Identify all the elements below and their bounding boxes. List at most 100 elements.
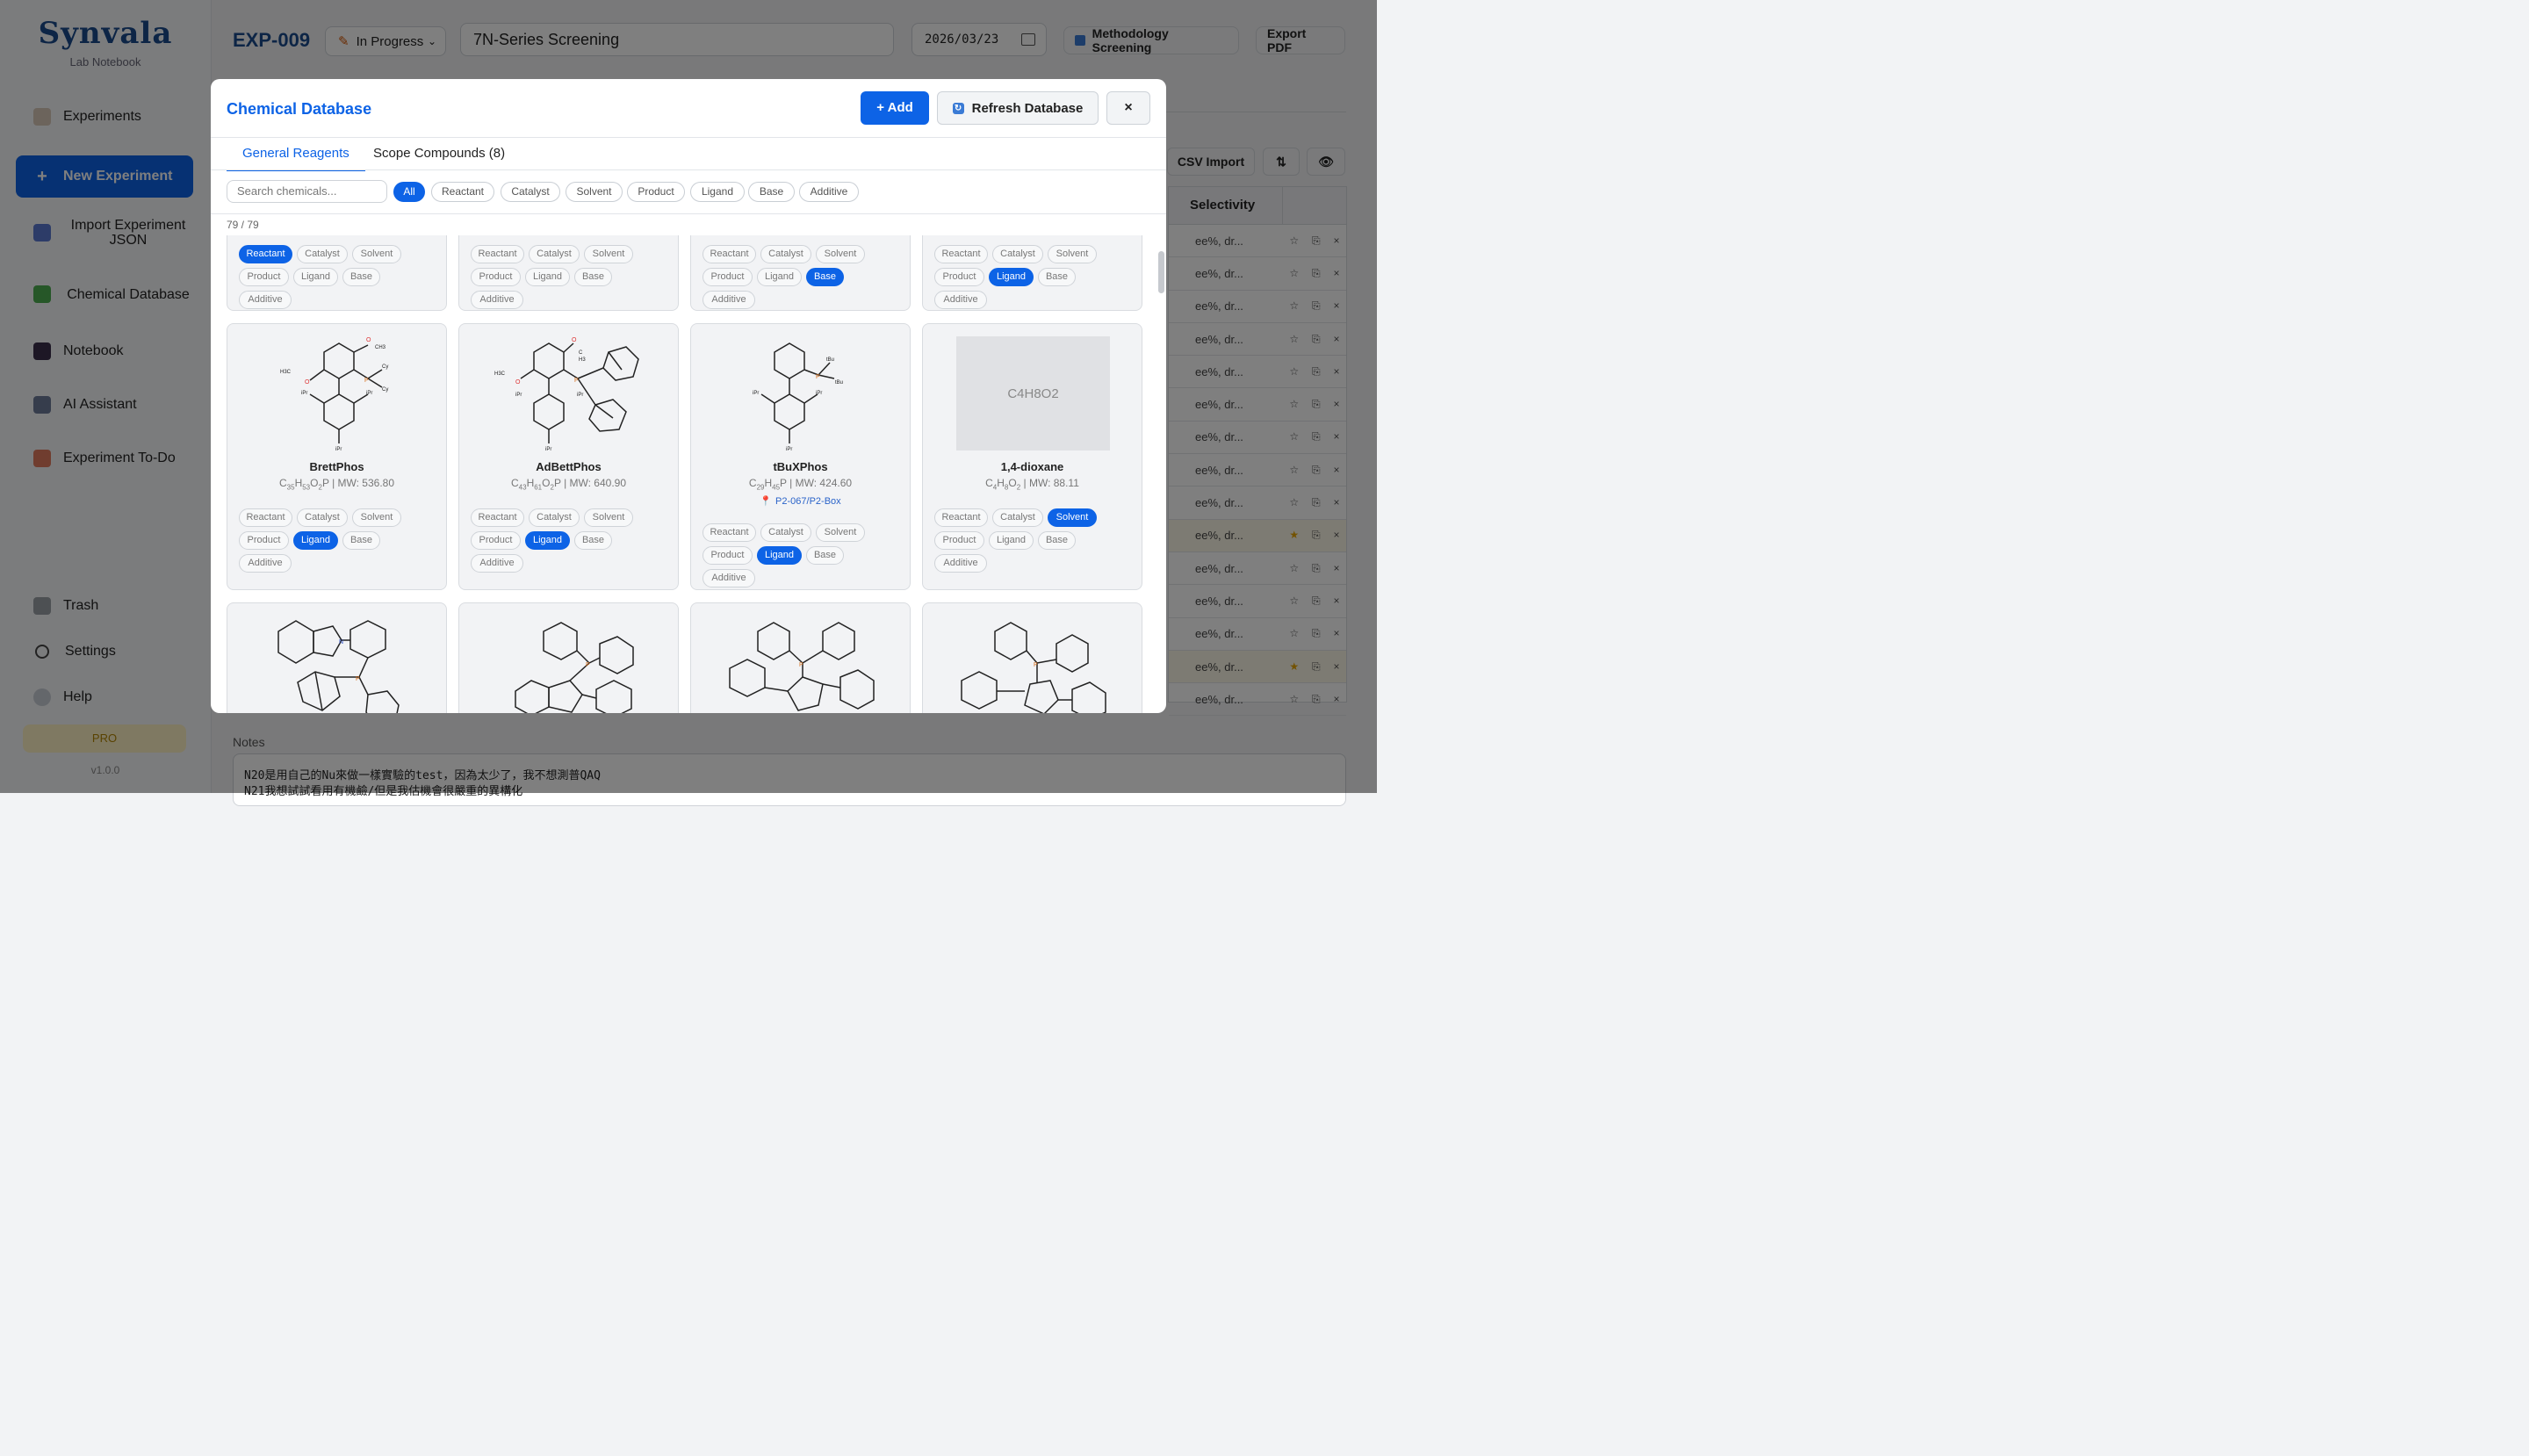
role-chip-ligand[interactable]: Ligand <box>989 268 1034 286</box>
role-chip-additive[interactable]: Additive <box>471 291 523 309</box>
role-chip-reactant[interactable]: Reactant <box>239 508 292 527</box>
filter-base[interactable]: Base <box>748 182 795 202</box>
role-chip-base[interactable]: Base <box>1038 268 1076 286</box>
role-chip-base[interactable]: Base <box>1038 531 1076 550</box>
svg-text:iPr: iPr <box>545 447 551 452</box>
filter-solvent[interactable]: Solvent <box>566 182 623 202</box>
role-chip-catalyst[interactable]: Catalyst <box>760 245 811 263</box>
role-chip-solvent[interactable]: Solvent <box>352 508 401 527</box>
role-chip-additive[interactable]: Additive <box>934 291 987 309</box>
filter-reactant[interactable]: Reactant <box>431 182 494 202</box>
chemical-card[interactable]: Reactant Catalyst Solvent Product Ligand Base… <box>922 235 1142 311</box>
role-chip-catalyst[interactable]: Catalyst <box>529 508 580 527</box>
svg-text:P: P <box>816 374 820 380</box>
svg-text:O: O <box>366 337 371 343</box>
add-chemical-button[interactable]: + Add <box>861 91 929 125</box>
role-chip-catalyst[interactable]: Catalyst <box>297 508 348 527</box>
chemical-card[interactable]: O CH3 O H3C P Cy Cy iPr iPr iPr BrettPhos C35… <box>227 323 447 590</box>
storage-location[interactable]: 📍 P2-067/P2-Box <box>691 495 910 507</box>
role-chip-reactant[interactable]: Reactant <box>702 245 756 263</box>
role-chip-solvent[interactable]: Solvent <box>816 523 865 542</box>
role-chip-base[interactable]: Base <box>574 268 612 286</box>
structure-image: P NN <box>961 622 1106 713</box>
role-chip-ligand[interactable]: Ligand <box>989 531 1034 550</box>
role-chip-catalyst[interactable]: Catalyst <box>760 523 811 542</box>
role-chip-catalyst[interactable]: Catalyst <box>297 245 348 263</box>
molecular-weight: | MW: 88.11 <box>1020 477 1079 489</box>
molecular-weight: | MW: 640.90 <box>560 477 626 489</box>
role-chip-product[interactable]: Product <box>471 531 521 550</box>
role-chip-ligand[interactable]: Ligand <box>525 268 570 286</box>
role-chip-product[interactable]: Product <box>239 268 289 286</box>
role-chip-ligand[interactable]: Ligand <box>525 531 570 550</box>
role-chip-catalyst[interactable]: Catalyst <box>992 508 1043 527</box>
role-chip-additive[interactable]: Additive <box>471 554 523 573</box>
divider <box>211 137 1166 138</box>
chemical-card[interactable]: O C H3 O H3C P iPr iPr iPr AdBettPhos C43H61O… <box>458 323 679 590</box>
role-chip-additive[interactable]: Additive <box>239 291 292 309</box>
role-chip-solvent[interactable]: Solvent <box>816 245 865 263</box>
svg-text:iPr: iPr <box>335 447 342 452</box>
role-chip-product[interactable]: Product <box>702 268 753 286</box>
chemical-card[interactable]: P NN <box>922 602 1142 713</box>
chemical-card[interactable]: P NN <box>690 602 911 713</box>
role-chip-base[interactable]: Base <box>806 268 844 286</box>
role-chip-reactant[interactable]: Reactant <box>471 245 524 263</box>
chemical-name: AdBettPhos <box>536 460 602 473</box>
chemical-card[interactable]: N P <box>227 602 447 713</box>
role-chip-catalyst[interactable]: Catalyst <box>992 245 1043 263</box>
role-chip-reactant[interactable]: Reactant <box>471 508 524 527</box>
structure-image: O CH3 O H3C P Cy Cy iPr iPr iPr <box>280 337 388 452</box>
svg-text:iPr: iPr <box>816 391 822 396</box>
role-chip-ligand[interactable]: Ligand <box>293 531 338 550</box>
filter-catalyst[interactable]: Catalyst <box>501 182 560 202</box>
scrollbar[interactable] <box>1158 251 1164 293</box>
role-chip-product[interactable]: Product <box>934 268 984 286</box>
filter-ligand[interactable]: Ligand <box>690 182 745 202</box>
role-chip-base[interactable]: Base <box>342 531 380 550</box>
chemical-card[interactable]: Reactant Catalyst Solvent Product Ligand Base… <box>690 235 911 311</box>
role-chip-base[interactable]: Base <box>806 546 844 565</box>
filter-all[interactable]: All <box>393 182 425 202</box>
chemical-card[interactable]: C4H8O2 1,4-dioxane C4H8O2 | MW: 88.11 Re… <box>922 323 1142 590</box>
role-chip-solvent[interactable]: Solvent <box>1048 245 1097 263</box>
role-chip-product[interactable]: Product <box>934 531 984 550</box>
filter-additive[interactable]: Additive <box>799 182 859 202</box>
role-chip-base[interactable]: Base <box>574 531 612 550</box>
role-chip-ligand[interactable]: Ligand <box>293 268 338 286</box>
tab-general-reagents[interactable]: General Reagents <box>227 146 365 171</box>
role-chip-ligand[interactable]: Ligand <box>757 546 802 565</box>
search-input[interactable]: Search chemicals... <box>227 180 387 203</box>
role-chip-additive[interactable]: Additive <box>934 554 987 573</box>
role-chip-product[interactable]: Product <box>471 268 521 286</box>
role-chip-product[interactable]: Product <box>239 531 289 550</box>
role-chip-additive[interactable]: Additive <box>239 554 292 573</box>
chemical-card[interactable]: Reactant Catalyst Solvent Product Ligand Base… <box>227 235 447 311</box>
filter-product[interactable]: Product <box>627 182 685 202</box>
role-chip-additive[interactable]: Additive <box>702 291 755 309</box>
close-modal-button[interactable]: × <box>1106 91 1150 125</box>
role-chip-solvent[interactable]: Solvent <box>352 245 401 263</box>
role-chip-reactant[interactable]: Reactant <box>934 508 988 527</box>
tab-scope-compounds[interactable]: Scope Compounds (8) <box>373 146 505 169</box>
role-chip-additive[interactable]: Additive <box>702 569 755 587</box>
chemical-card[interactable]: Reactant Catalyst Solvent Product Ligand Base… <box>458 235 679 311</box>
role-chip-catalyst[interactable]: Catalyst <box>529 245 580 263</box>
chemical-card[interactable]: P tBu tBu iPr iPr iPr tBuXPhos C29H45P | MW… <box>690 323 911 590</box>
role-chip-solvent[interactable]: Solvent <box>1048 508 1097 527</box>
refresh-database-button[interactable]: ↻ Refresh Database <box>937 91 1099 125</box>
role-chip-product[interactable]: Product <box>702 546 753 565</box>
role-chip-reactant[interactable]: Reactant <box>702 523 756 542</box>
svg-text:iPr: iPr <box>515 393 522 398</box>
role-chip-ligand[interactable]: Ligand <box>757 268 802 286</box>
formula: C4H8O2 <box>985 477 1021 492</box>
role-chip-reactant[interactable]: Reactant <box>934 245 988 263</box>
chemical-database-modal: Chemical Database + Add ↻ Refresh Databa… <box>211 79 1166 713</box>
role-chip-base[interactable]: Base <box>342 268 380 286</box>
chemical-card[interactable]: P N <box>458 602 679 713</box>
formula: C35H53O2P <box>278 477 329 492</box>
role-chip-solvent[interactable]: Solvent <box>584 245 633 263</box>
role-chip-solvent[interactable]: Solvent <box>584 508 633 527</box>
svg-text:O: O <box>572 337 577 343</box>
role-chip-reactant[interactable]: Reactant <box>239 245 292 263</box>
